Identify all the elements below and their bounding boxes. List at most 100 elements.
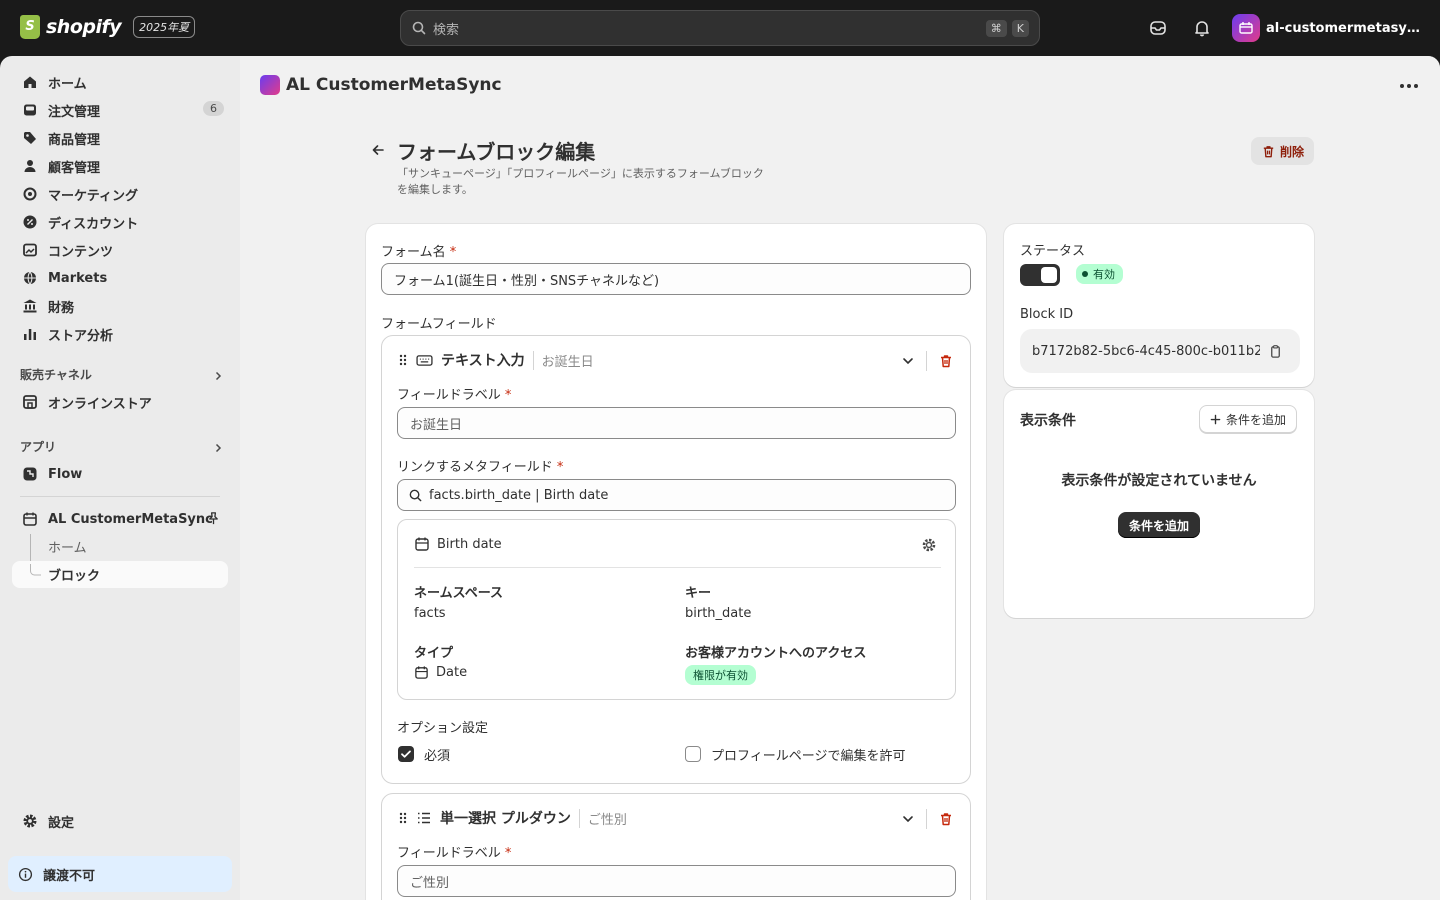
key-value: birth_date (685, 606, 752, 621)
namespace-label: ネームスペース (414, 586, 504, 601)
top-bar: shopify 2025年夏 検索 ⌘ K al-customermetasyn… (0, 0, 1440, 56)
check-icon (401, 750, 411, 758)
form-card: フォーム名 * フォーム1(誕生日・性別・SNSチャネルなど) フォームフィール… (366, 224, 986, 900)
metafield-search-input[interactable]: facts.birth_date | Birth date (397, 479, 956, 511)
sidebar-item-finance[interactable]: 財務 (12, 292, 228, 320)
sidebar-item-orders[interactable]: 注文管理 6 (12, 96, 228, 124)
sidebar-item-label: Markets (48, 270, 108, 286)
field-label-input[interactable]: ご性別 (397, 865, 956, 897)
search-bar[interactable]: 検索 ⌘ K (400, 10, 1040, 46)
calendar-icon (414, 536, 430, 552)
sidebar-subitem-blocks[interactable]: ブロック (12, 561, 228, 588)
chevron-down-icon[interactable] (901, 354, 915, 368)
profile-edit-checkbox[interactable] (685, 746, 701, 762)
display-conditions-card: 表示条件 条件を追加 表示条件が設定されていません 条件を追加 (1004, 390, 1314, 618)
sidebar-item-home[interactable]: ホーム (12, 68, 228, 96)
home-icon (22, 74, 38, 90)
status-label: ステータス (1020, 244, 1086, 259)
block-id-value: b7172b82-5bc6-4c45-800c-b011b26 (1032, 343, 1260, 359)
field-subtitle: ご性別 (578, 808, 627, 828)
date-icon (414, 665, 429, 680)
metafield-label: リンクするメタフィールド * (397, 460, 564, 475)
page-title: フォームブロック編集 (397, 140, 596, 164)
sidebar-item-label: 注文管理 (48, 104, 101, 120)
status-toggle[interactable] (1020, 264, 1060, 286)
target-icon (22, 186, 38, 202)
sidebar-item-online-store[interactable]: オンラインストア (12, 388, 228, 416)
flow-icon (22, 466, 38, 482)
field-type: テキスト入力 (441, 353, 525, 369)
sidebar-subitem-app-home[interactable]: ホーム (12, 533, 228, 560)
drag-handle-icon[interactable] (398, 811, 408, 825)
drag-handle-icon[interactable] (398, 353, 408, 367)
form-field-card: 単一選択 プルダウン ご性別 フィールドラベル * ご性別 (381, 793, 971, 900)
sidebar-subitem-label: ブロック (48, 569, 101, 584)
page-subtitle: 「サンキューページ」「プロフィールページ」に表示するフォームブロックを編集します… (397, 167, 764, 196)
tree-connector (30, 564, 41, 576)
sidebar-item-label: マーケティング (48, 188, 138, 204)
sidebar-item-discounts[interactable]: ディスカウント (12, 208, 228, 236)
sidebar-item-label: AL CustomerMetaSync (48, 511, 213, 527)
status-value: 有効 (1093, 268, 1115, 281)
store-name: al-customermetasync-de... (1266, 20, 1426, 36)
info-icon (18, 867, 33, 882)
sidebar-item-analytics[interactable]: ストア分析 (12, 320, 228, 348)
sidebar: ホーム 注文管理 6 商品管理 顧客管理 マーケティング ディスカウント コンテ… (0, 56, 240, 900)
sidebar-item-flow[interactable]: Flow (12, 460, 228, 488)
shortcut-k: K (1011, 19, 1029, 37)
sidebar-item-marketing[interactable]: マーケティング (12, 180, 228, 208)
field-subtitle: お誕生日 (532, 350, 594, 370)
trash-icon[interactable] (938, 811, 954, 827)
sidebar-item-customers[interactable]: 顧客管理 (12, 152, 228, 180)
chevron-right-icon[interactable] (212, 442, 224, 454)
bell-icon[interactable] (1192, 18, 1212, 38)
block-id-field[interactable]: b7172b82-5bc6-4c45-800c-b011b26 (1020, 329, 1300, 373)
more-actions-icon[interactable] (1400, 84, 1418, 88)
apps-label[interactable]: アプリ (20, 438, 56, 455)
form-name-input[interactable]: フォーム1(誕生日・性別・SNSチャネルなど) (381, 263, 971, 295)
status-card: ステータス 有効 Block ID b7172b82-5bc6-4c45-800… (1004, 224, 1314, 387)
sidebar-item-app[interactable]: AL CustomerMetaSync (12, 505, 228, 533)
sidebar-item-content[interactable]: コンテンツ (12, 236, 228, 264)
store-menu[interactable]: al-customermetasync-de... (1232, 14, 1426, 42)
list-icon (416, 810, 432, 826)
sidebar-item-label: 設定 (48, 815, 75, 831)
copy-icon[interactable] (1268, 344, 1283, 359)
sidebar-item-label: ホーム (48, 76, 87, 92)
form-name-label: フォーム名 * (381, 245, 457, 260)
chevron-right-icon[interactable] (212, 370, 224, 382)
sidebar-item-settings[interactable]: 設定 (12, 807, 228, 835)
delete-button[interactable]: 削除 (1251, 137, 1315, 165)
sidebar-item-label: 財務 (48, 300, 75, 316)
store-icon (22, 394, 38, 410)
status-badge: 有効 (1076, 264, 1123, 284)
sidebar-item-products[interactable]: 商品管理 (12, 124, 228, 152)
sidebar-item-markets[interactable]: Markets (12, 264, 228, 292)
shortcut-cmd: ⌘ (985, 19, 1007, 37)
shopify-bag-icon (20, 15, 40, 39)
search-placeholder: 検索 (433, 22, 460, 38)
access-badge: 権限が有効 (685, 665, 756, 685)
add-condition-label: 条件を追加 (1226, 412, 1287, 427)
status-dot (1082, 271, 1088, 277)
shopify-logo[interactable]: shopify 2025年夏 (20, 15, 196, 39)
gear-icon[interactable] (921, 537, 937, 553)
chevron-down-icon[interactable] (901, 812, 915, 826)
form-field-card: テキスト入力 お誕生日 フィールドラベル * お誕生日 リンクするメタフィールド… (381, 335, 971, 784)
back-arrow-icon[interactable] (370, 142, 386, 158)
pin-icon[interactable] (206, 511, 221, 526)
type-value-text: Date (436, 665, 468, 680)
sales-channels-label[interactable]: 販売チャネル (20, 366, 92, 383)
metafield-title: Birth date (414, 536, 502, 552)
add-condition-button[interactable]: 条件を追加 (1199, 405, 1298, 433)
inbox-icon[interactable] (1148, 18, 1168, 38)
field-label-input[interactable]: お誕生日 (397, 407, 956, 439)
add-condition-primary-button[interactable]: 条件を追加 (1118, 512, 1201, 538)
trash-icon[interactable] (938, 353, 954, 369)
search-icon (411, 20, 427, 36)
trash-icon (1261, 144, 1276, 159)
non-transferable-banner[interactable]: 譲渡不可 (8, 856, 232, 892)
required-checkbox[interactable] (398, 746, 414, 762)
discount-icon (22, 214, 38, 230)
conditions-title: 表示条件 (1020, 413, 1076, 429)
